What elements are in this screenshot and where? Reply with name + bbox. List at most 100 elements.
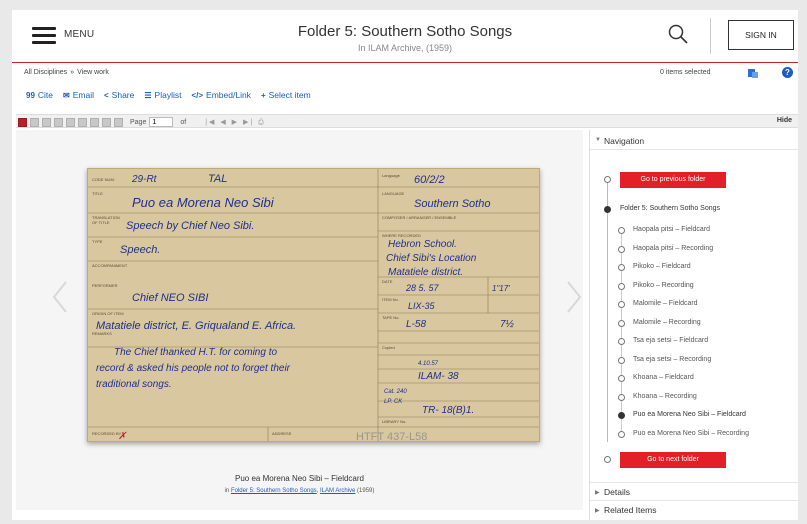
navigation-heading: Navigation: [604, 136, 645, 146]
title-value: Puo ea Morena Neo Sibi: [132, 195, 275, 210]
breadcrumb: All Disciplines» View work: [24, 69, 109, 76]
address-label: ADDRESS: [272, 431, 292, 436]
nav-item-node: [618, 264, 625, 271]
breadcrumb-all-disciplines[interactable]: All Disciplines: [24, 69, 67, 76]
related-items-section[interactable]: ▶ Related Items: [590, 500, 798, 518]
nav-item-node: [618, 375, 625, 382]
nav-item[interactable]: Haopala pitsi – Fieldcard: [633, 226, 710, 233]
nav-item[interactable]: Puo ea Morena Neo Sibi – Fieldcard: [633, 411, 746, 418]
embed-icon: </>: [191, 90, 204, 100]
nav-item[interactable]: Khoana – Fieldcard: [633, 374, 694, 381]
tape-label: TAPE No.: [382, 315, 400, 320]
remarks-line-2: record & asked his people not to forget …: [96, 363, 291, 374]
select-item-button[interactable]: + Select item: [261, 90, 311, 100]
origin-label: ORIGIN OF ITEM: [92, 311, 124, 316]
search-icon[interactable]: [667, 23, 689, 45]
language-num-value: 60/2/2: [414, 174, 445, 186]
date-value: 28 5. 57: [405, 283, 440, 293]
remarks-line-1: The Chief thanked H.T. for coming to: [114, 347, 277, 358]
next-folder-button[interactable]: Go to next folder: [620, 452, 726, 468]
library-label: LIBRARY No.: [382, 419, 406, 424]
ilam-no-value: ILAM- 38: [418, 371, 459, 382]
hide-panel-button[interactable]: Hide: [777, 117, 792, 124]
single-page-icon[interactable]: [54, 117, 63, 127]
small-note-1: Cat. 240: [384, 389, 407, 395]
document-viewer: CODE NUM. TITLE TRANSLATION OF TITLE TYP…: [16, 130, 583, 510]
breadcrumb-view-work[interactable]: View work: [77, 69, 109, 76]
disc-no-value: TR- 18(B)1.: [422, 405, 474, 416]
nav-item-node: [618, 319, 625, 327]
related-items-label: Related Items: [604, 505, 657, 515]
playlist-label: Playlist: [154, 90, 182, 100]
item-no-label: ITEM No.: [382, 297, 399, 302]
archive-link[interactable]: ILAM Archive: [320, 488, 355, 494]
previous-folder-button[interactable]: Go to previous folder: [620, 172, 726, 188]
zoom-icon[interactable]: [78, 117, 87, 127]
selection-list-icon[interactable]: [747, 67, 759, 79]
nav-item-node: [618, 356, 625, 364]
svg-text:OF TITLE: OF TITLE: [92, 220, 110, 225]
chevron-down-icon: ▼: [595, 137, 601, 143]
accompaniment-label: ACCOMPANIMENT: [92, 263, 128, 268]
nav-item[interactable]: Malomile – Recording: [633, 319, 701, 326]
svg-text:CODE NUM.: CODE NUM.: [92, 177, 115, 182]
translation-value: Speech by Chief Neo Sibi.: [126, 220, 254, 232]
small-note-2: LP. CK: [384, 399, 403, 405]
previous-page-arrow-icon[interactable]: [52, 280, 68, 314]
nav-item[interactable]: Pikoko – Recording: [633, 282, 694, 289]
svg-text:✗: ✗: [118, 431, 127, 442]
duration-value: 1"17': [492, 284, 510, 293]
page-number-input[interactable]: [149, 117, 174, 127]
nav-item-node: [618, 412, 625, 419]
nav-item[interactable]: Puo ea Morena Neo Sibi – Recording: [633, 430, 749, 437]
chevron-right-icon: ▶: [595, 490, 600, 496]
embed-link-button[interactable]: </> Embed/Link: [191, 90, 250, 100]
navigation-panel: ▼ Navigation Go to previous folder Folde…: [589, 130, 798, 520]
email-label: Email: [72, 90, 94, 100]
navigation-header[interactable]: ▼ Navigation: [590, 130, 798, 150]
nav-item[interactable]: Malomile – Fieldcard: [633, 300, 698, 307]
list-view-icon[interactable]: [42, 117, 51, 127]
where-label: WHERE RECORDED: [382, 233, 421, 238]
item-no-value: LIX-35: [408, 301, 436, 311]
grid-view-icon[interactable]: [30, 117, 39, 127]
title-label: TITLE: [92, 191, 103, 196]
quote-icon: 99: [26, 90, 35, 100]
details-label: Details: [604, 487, 630, 497]
cite-button[interactable]: 99 Cite: [26, 90, 53, 100]
nav-item[interactable]: Tsa eja setsi – Fieldcard: [633, 337, 708, 344]
where-line-3: Matatiele district.: [388, 267, 463, 278]
chevron-right-icon: ▶: [595, 508, 600, 514]
nav-item[interactable]: Pikoko – Fieldcard: [633, 263, 691, 270]
type-label: TYPE: [92, 239, 103, 244]
playlist-button[interactable]: ☰ Playlist: [144, 90, 181, 100]
current-folder-node: [604, 206, 611, 213]
copied-label: Copied: [382, 345, 395, 350]
nav-item-node: [618, 430, 625, 438]
next-page-arrow-icon[interactable]: [566, 280, 582, 314]
breadcrumb-separator: »: [70, 69, 75, 76]
nav-item[interactable]: Tsa eja setsi – Recording: [633, 356, 711, 363]
details-section[interactable]: ▶ Details: [590, 482, 798, 500]
bookmark-icon[interactable]: [18, 117, 27, 127]
share-button[interactable]: < Share: [104, 90, 134, 100]
email-button[interactable]: ✉ Email: [63, 90, 94, 100]
nav-item[interactable]: Khoana – Recording: [633, 393, 697, 400]
nav-item[interactable]: Haopala pitsi – Recording: [633, 245, 713, 252]
folder-link[interactable]: Folder 5: Southern Sotho Songs: [231, 488, 317, 494]
fieldcard-image[interactable]: CODE NUM. TITLE TRANSLATION OF TITLE TYP…: [87, 168, 540, 442]
sign-in-button[interactable]: SIGN IN: [728, 20, 794, 50]
fullscreen-icon[interactable]: [114, 117, 123, 127]
rotate-left-icon[interactable]: [90, 117, 99, 127]
fit-page-icon[interactable]: [66, 117, 75, 127]
plus-icon: +: [260, 90, 266, 100]
help-icon[interactable]: ?: [782, 67, 793, 78]
code-num-value: 29-Rt: [131, 174, 158, 185]
page-of-label: of: [180, 118, 187, 126]
page-nav-arrows-icon[interactable]: |◀ ◀ ▶ ▶| ⎙: [205, 118, 266, 127]
nav-item-node: [618, 282, 625, 290]
speed-value: 7½: [500, 319, 515, 330]
svg-text:Language: Language: [382, 173, 401, 178]
where-line-2: Chief Sibi's Location: [386, 253, 477, 264]
rotate-right-icon[interactable]: [102, 117, 111, 127]
